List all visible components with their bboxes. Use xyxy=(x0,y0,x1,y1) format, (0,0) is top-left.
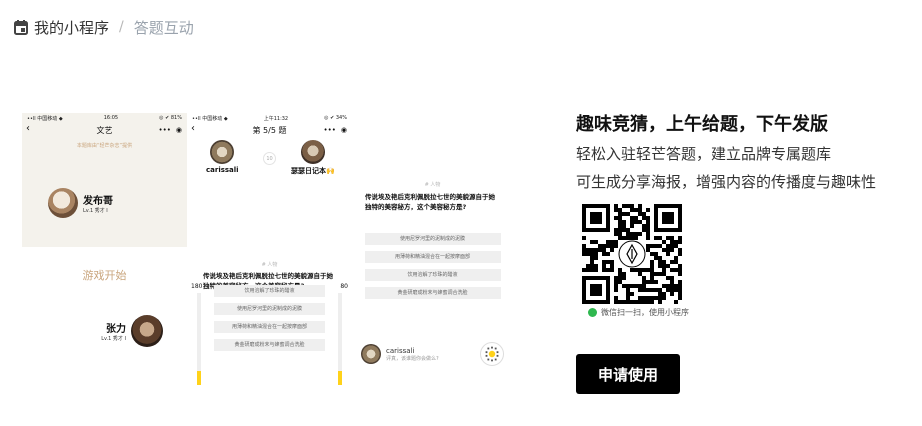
battery-label: ◎ ✔ 34% xyxy=(324,115,347,121)
opponent-card: 张力 Lv.1 秀才 I xyxy=(101,315,163,347)
answer-option[interactable]: 使用尼罗河里的泥制成的泥膜 xyxy=(364,233,501,245)
answer-option[interactable]: 饮用溶解了珍珠的醋液 xyxy=(214,285,325,297)
player-name: 发布哥 xyxy=(83,196,113,207)
player-name: carissali xyxy=(206,166,239,174)
preview-screen-question: ••ll 中国移动 ◆ 上午11:32 ◎ ✔ 34% ‹ 第 5/5 题 ••… xyxy=(187,113,352,413)
nav-title: 第 5/5 题 xyxy=(252,126,287,135)
player-name: 瑟瑟日记本🙌 xyxy=(291,167,335,175)
calendar-icon xyxy=(14,19,28,35)
breadcrumb-separator: / xyxy=(119,19,124,35)
answer-option[interactable]: 黄金研磨成粉末与蜂蜜调合洗脸 xyxy=(214,339,325,351)
qr-code xyxy=(582,204,682,304)
preview-screen-start: ••ll 中国移动 ◆ 16:05 ◎ ✔ 81% ‹ 文艺 ••• ◉ 本题库由… xyxy=(22,113,187,413)
status-bar: ••ll 中国移动 ◆ 上午11:32 ◎ ✔ 34% xyxy=(187,113,352,123)
status-bar: ••ll 中国移动 ◆ 16:05 ◎ ✔ 81% xyxy=(22,113,187,123)
player-level: Lv.1 秀才 I xyxy=(83,208,108,214)
answer-option[interactable]: 使用尼罗河里的泥制成的泥膜 xyxy=(214,303,325,315)
player-level: Lv.1 秀才 I xyxy=(101,336,126,342)
answer-options: 使用尼罗河里的泥制成的泥膜 用薄荷和精油混合在一起按摩面部 饮用溶解了珍珠的醋液… xyxy=(351,233,514,305)
avatar xyxy=(48,188,78,218)
duel-header: carissali 10 瑟瑟日记本🙌 xyxy=(187,138,352,198)
answer-option[interactable]: 饮用溶解了珍珠的醋液 xyxy=(364,269,501,281)
sharer-name: carissali xyxy=(386,346,415,355)
question-text: 传说埃及艳后克利佩脱拉七世的美貌源自于她独特的美容秘方，这个美容秘方是? xyxy=(365,193,495,211)
back-icon: ‹ xyxy=(26,123,30,134)
game-start-label: 游戏开始 xyxy=(82,269,127,282)
qr-caption: 微信扫一扫，使用小程序 xyxy=(588,307,689,318)
status-time: 上午11:32 xyxy=(263,115,289,122)
avatar xyxy=(131,315,163,347)
answer-option[interactable]: 用薄荷和精油混合在一起按摩面部 xyxy=(214,321,325,333)
promo-line-1: 轻松入驻轻芒答题，建立品牌专属题库 xyxy=(576,145,832,163)
carrier-label: ••ll 中国移动 ◆ xyxy=(27,115,63,122)
capsule-menu: ••• ◉ xyxy=(324,126,348,134)
preview-screen-share: # 人物 传说埃及艳后克利佩脱拉七世的美貌源自于她独特的美容秘方，这个美容秘方是… xyxy=(351,169,514,367)
more-icon: ••• xyxy=(158,126,171,134)
qr-caption-text: 微信扫一扫，使用小程序 xyxy=(601,308,689,317)
avatar xyxy=(361,344,381,364)
player-card: 发布哥 Lv.1 秀才 I xyxy=(48,188,113,218)
nav-bar: ‹ 第 5/5 题 ••• ◉ xyxy=(187,123,352,138)
status-time: 16:05 xyxy=(103,115,119,121)
share-text: 评真，该谁题你会做么? xyxy=(386,355,439,362)
avatar xyxy=(210,140,235,164)
capsule-menu: ••• ◉ xyxy=(159,126,183,134)
game-header: ••ll 中国移动 ◆ 16:05 ◎ ✔ 81% ‹ 文艺 ••• ◉ 本题库由… xyxy=(22,113,187,247)
breadcrumb-current: 答题互动 xyxy=(133,18,194,37)
battery-label: ◎ ✔ 81% xyxy=(159,115,182,121)
timer-badge: 10 xyxy=(263,152,276,165)
share-footer: carissali 评真，该谁题你会做么? xyxy=(361,344,439,364)
nav-bar: ‹ 文艺 ••• ◉ xyxy=(22,123,187,138)
answer-options: 饮用溶解了珍珠的醋液 使用尼罗河里的泥制成的泥膜 用薄荷和精油混合在一起按摩面部… xyxy=(187,285,352,357)
nav-title: 文艺 xyxy=(96,126,113,135)
answer-option[interactable]: 黄金研磨成粉末与蜂蜜调合洗脸 xyxy=(364,287,501,299)
more-icon: ••• xyxy=(323,126,336,134)
close-icon: ◉ xyxy=(175,126,182,134)
apply-button[interactable]: 申请使用 xyxy=(576,354,680,394)
back-icon: ‹ xyxy=(191,123,195,134)
mini-program-code-icon xyxy=(480,342,504,366)
breadcrumb: 我的小程序 / 答题互动 xyxy=(14,16,194,38)
carrier-label: ••ll 中国移动 ◆ xyxy=(192,115,228,122)
wechat-icon xyxy=(588,308,597,317)
breadcrumb-home[interactable]: 我的小程序 xyxy=(34,17,109,38)
promo-title: 趣味竞猜，上午给题，下午发版 xyxy=(576,114,828,135)
promo-line-2: 可生成分享海报，增强内容的传播度与趣味性 xyxy=(576,173,877,191)
question-tag: # 人物 xyxy=(261,262,278,268)
source-hint: 本题库由“轻芒杂志”提供 xyxy=(76,143,133,149)
answer-option[interactable]: 用薄荷和精油混合在一起按摩面部 xyxy=(364,251,501,263)
close-icon: ◉ xyxy=(340,126,347,134)
player-name: 张力 xyxy=(106,324,126,335)
question-tag: # 人物 xyxy=(424,182,441,188)
avatar xyxy=(300,140,325,164)
